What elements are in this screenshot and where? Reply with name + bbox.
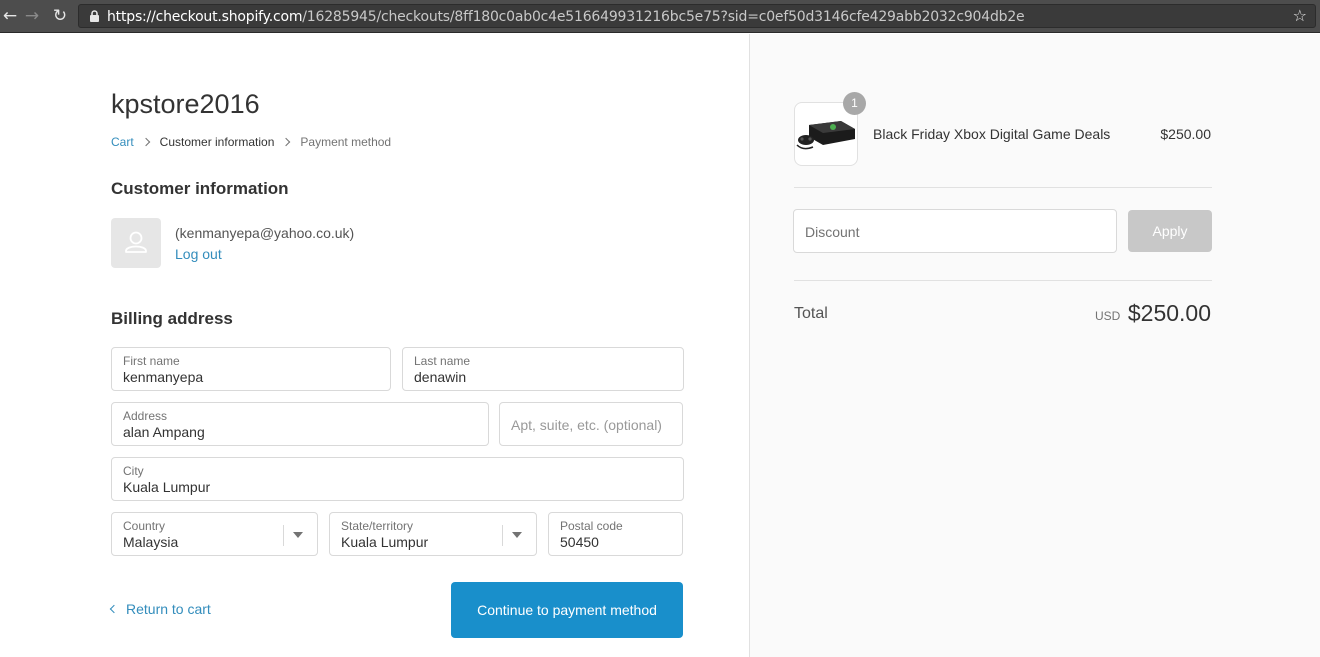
first-name-label: First name xyxy=(123,354,180,368)
apartment-placeholder: Apt, suite, etc. (optional) xyxy=(511,417,662,433)
breadcrumb: Cart Customer information Payment method xyxy=(111,135,391,149)
billing-address-heading: Billing address xyxy=(111,309,233,328)
discount-input[interactable]: Discount xyxy=(793,209,1117,253)
last-name-value: denawin xyxy=(414,369,467,385)
address-field[interactable]: Address alan Ampang xyxy=(111,402,489,446)
last-name-label: Last name xyxy=(414,354,471,368)
browser-toolbar: ← → ↻ https://checkout.shopify.com/16285… xyxy=(0,0,1320,33)
product-price: $250.00 xyxy=(1160,126,1211,142)
caret-down-icon xyxy=(512,532,522,538)
lock-icon xyxy=(90,10,99,22)
chevron-left-icon xyxy=(109,604,119,614)
reload-icon[interactable]: ↻ xyxy=(50,6,70,26)
total-label: Total xyxy=(794,305,828,322)
select-divider xyxy=(283,525,284,546)
currency-code: USD xyxy=(1095,309,1121,323)
order-summary: 1 Black Friday Xbox Digital Game Deals $… xyxy=(749,34,1320,657)
postal-code-label: Postal code xyxy=(560,519,623,533)
back-arrow-icon[interactable]: ← xyxy=(0,6,20,26)
chevron-right-icon xyxy=(141,137,150,147)
continue-to-payment-button[interactable]: Continue to payment method xyxy=(451,582,683,638)
chevron-right-icon xyxy=(282,137,291,147)
caret-down-icon xyxy=(293,532,303,538)
postal-code-value: 50450 xyxy=(560,534,599,550)
country-label: Country xyxy=(123,519,166,533)
customer-email: (kenmanyepa@yahoo.co.uk) xyxy=(175,225,355,241)
url-text: https://checkout.shopify.com/16285945/ch… xyxy=(107,9,1025,25)
breadcrumb-payment-method: Payment method xyxy=(300,135,392,149)
address-bar[interactable]: https://checkout.shopify.com/16285945/ch… xyxy=(78,4,1316,28)
url-path: /16285945/checkouts/8ff180c0ab0c4e516649… xyxy=(302,9,1025,25)
bookmark-star-icon[interactable]: ☆ xyxy=(1293,6,1307,25)
city-label: City xyxy=(123,464,144,478)
state-label: State/territory xyxy=(341,519,414,533)
breadcrumb-customer-information: Customer information xyxy=(159,135,275,149)
city-field[interactable]: City Kuala Lumpur xyxy=(111,457,684,501)
forward-arrow-icon[interactable]: → xyxy=(22,6,42,26)
last-name-field[interactable]: Last name denawin xyxy=(402,347,684,391)
return-to-cart-label: Return to cart xyxy=(126,601,211,617)
customer-information-heading: Customer information xyxy=(111,179,289,198)
apply-button[interactable]: Apply xyxy=(1128,210,1212,252)
discount-placeholder: Discount xyxy=(805,224,860,240)
address-label: Address xyxy=(123,409,168,423)
quantity-badge: 1 xyxy=(843,92,866,115)
breadcrumb-cart[interactable]: Cart xyxy=(111,135,134,149)
return-to-cart-link[interactable]: Return to cart xyxy=(109,601,211,617)
logout-link[interactable]: Log out xyxy=(175,246,222,262)
country-value: Malaysia xyxy=(123,534,179,550)
product-name: Black Friday Xbox Digital Game Deals xyxy=(873,126,1111,142)
total-amount: $250.00 xyxy=(1127,300,1211,326)
apartment-field[interactable]: Apt, suite, etc. (optional) xyxy=(499,402,683,446)
url-host: https://checkout.shopify.com xyxy=(107,9,303,25)
divider xyxy=(794,187,1212,188)
first-name-value: kenmanyepa xyxy=(123,369,204,385)
first-name-field[interactable]: First name kenmanyepa xyxy=(111,347,391,391)
address-value: alan Ampang xyxy=(123,424,205,440)
divider xyxy=(794,280,1212,281)
checkout-main: kpstore2016 Cart Customer information Pa… xyxy=(0,34,749,657)
state-select[interactable]: State/territory Kuala Lumpur xyxy=(329,512,537,556)
country-select[interactable]: Country Malaysia xyxy=(111,512,318,556)
postal-code-field[interactable]: Postal code 50450 xyxy=(548,512,683,556)
state-value: Kuala Lumpur xyxy=(341,534,429,550)
avatar xyxy=(111,218,161,268)
shop-name[interactable]: kpstore2016 xyxy=(111,89,260,120)
select-divider xyxy=(502,525,503,546)
city-value: Kuala Lumpur xyxy=(123,479,211,495)
user-icon xyxy=(125,231,147,253)
